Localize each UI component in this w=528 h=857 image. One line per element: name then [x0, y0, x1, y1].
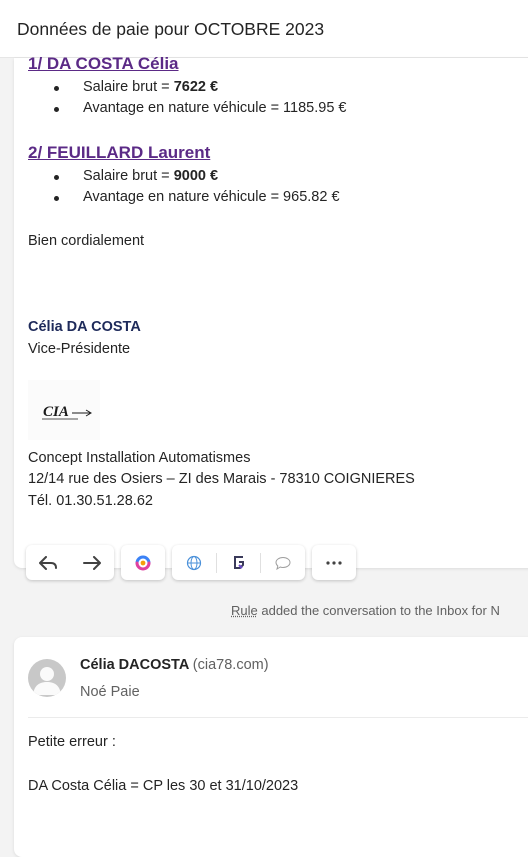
copilot-group — [121, 545, 165, 580]
list-item: Avantage en nature véhicule = 1185.95 € — [28, 98, 347, 119]
subject-title: Données de paie pour OCTOBRE 2023 — [17, 19, 325, 39]
copilot-icon — [135, 555, 151, 570]
person-1-details: Salaire brut = 7622 € Avantage en nature… — [28, 77, 347, 119]
comment-icon — [275, 556, 291, 570]
more-icon — [326, 560, 342, 565]
message-2-line-2: DA Costa Célia = CP les 30 et 31/10/2023 — [28, 778, 299, 794]
sender[interactable]: Célia DACOSTA (cia78.com) — [80, 657, 269, 673]
sender-name: Célia DACOSTA — [80, 657, 189, 673]
person-heading-2[interactable]: 2/ FEUILLARD Laurent — [28, 143, 210, 163]
copilot-button[interactable] — [121, 545, 165, 580]
comment-button[interactable] — [261, 545, 305, 580]
addins-group — [172, 545, 305, 580]
more-actions-button[interactable] — [312, 545, 356, 580]
sender-domain: (cia78.com) — [192, 657, 269, 673]
reply-icon — [39, 555, 57, 570]
app-icon — [233, 555, 244, 569]
signature-role: Vice-Présidente — [28, 341, 131, 357]
forward-button[interactable] — [70, 545, 114, 580]
signature-name: Célia DA COSTA — [28, 319, 141, 335]
list-item: Salaire brut = 7622 € — [28, 77, 347, 98]
person-2-details: Salaire brut = 9000 € Avantage en nature… — [28, 166, 340, 208]
person-icon — [33, 667, 61, 695]
divider — [28, 717, 528, 718]
closing-text: Bien cordialement — [28, 233, 145, 249]
person-heading-1[interactable]: 1/ DA COSTA Célia — [28, 54, 179, 74]
company-logo-icon: CIA — [42, 404, 92, 420]
message-2-line-1: Petite erreur : — [28, 734, 116, 750]
app-button[interactable] — [217, 545, 261, 580]
rule-notice-text: added the conversation to the Inbox for … — [257, 603, 500, 618]
message-header: Données de paie pour OCTOBRE 2023 — [0, 0, 528, 58]
message-body-card: 1/ DA COSTA Célia Salaire brut = 7622 € … — [14, 54, 528, 568]
list-item: Avantage en nature véhicule = 965.82 € — [28, 187, 340, 208]
translate-icon — [186, 555, 201, 570]
translate-button[interactable] — [172, 545, 216, 580]
list-item: Salaire brut = 9000 € — [28, 166, 340, 187]
rule-notice: Rule added the conversation to the Inbox… — [231, 603, 500, 618]
signature-company: Concept Installation Automatismes — [28, 450, 251, 466]
signature-address: 12/14 rue des Osiers – ZI des Marais - 7… — [28, 471, 415, 487]
svg-text:CIA: CIA — [43, 404, 69, 420]
rule-link[interactable]: Rule — [231, 603, 258, 618]
reply-forward-group — [26, 545, 114, 580]
recipient[interactable]: Noé Paie — [80, 684, 140, 700]
signature-phone: Tél. 01.30.51.28.62 — [28, 493, 153, 509]
message-card-2: Célia DACOSTA (cia78.com) Noé Paie Petit… — [14, 637, 528, 857]
reply-button[interactable] — [26, 545, 70, 580]
avatar[interactable] — [28, 659, 66, 697]
company-logo: CIA — [28, 380, 100, 440]
forward-icon — [83, 555, 101, 570]
more-group — [312, 545, 356, 580]
